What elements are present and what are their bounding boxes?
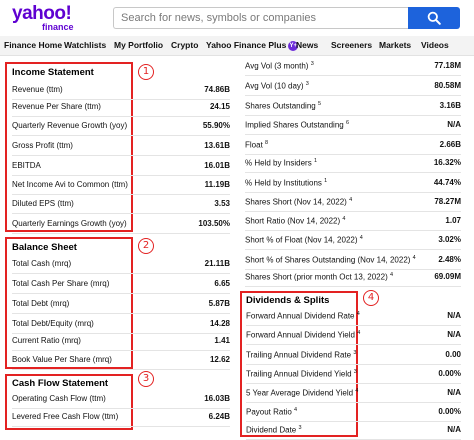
nav-news[interactable]: News	[296, 40, 318, 50]
table-row: Shares Outstanding 5 3.16B	[245, 95, 461, 116]
table-row: Avg Vol (10 day) 3 80.58M	[245, 75, 461, 96]
table-row: Total Debt (mrq) 5.87B	[12, 293, 230, 314]
table-row: Total Cash (mrq) 21.11B	[12, 253, 230, 274]
table-row: Net Income Avi to Common (ttm) 11.19B	[12, 174, 230, 195]
nav-markets[interactable]: Markets	[379, 40, 411, 50]
table-row: 5 Year Average Dividend Yield 4 N/A	[246, 382, 461, 403]
table-row: Dividend Date 3 N/A	[246, 419, 461, 440]
table-row: Trailing Annual Dividend Rate 3 0.00	[246, 344, 461, 365]
table-row: Revenue Per Share (ttm) 24.15	[12, 96, 230, 117]
search-icon	[427, 11, 441, 25]
table-row: Avg Vol (3 month) 3 77.18M	[245, 55, 461, 76]
table-row: Shares Short (Nov 14, 2022) 4 78.27M	[245, 191, 461, 212]
table-row: Forward Annual Dividend Rate 4 N/A	[246, 305, 461, 326]
search-box[interactable]	[113, 7, 408, 29]
table-row: Book Value Per Share (mrq) 12.62	[12, 349, 230, 370]
nav-screeners[interactable]: Screeners	[331, 40, 372, 50]
nav-crypto[interactable]: Crypto	[171, 40, 198, 50]
table-row: Trailing Annual Dividend Yield 3 0.00%	[246, 363, 461, 384]
table-row: Shares Short (prior month Oct 13, 2022) …	[245, 266, 461, 287]
table-row: Implied Shares Outstanding 6 N/A	[245, 114, 461, 135]
table-row: % Held by Institutions 1 44.74%	[245, 172, 461, 193]
table-row: Short % of Float (Nov 14, 2022) 4 3.02%	[245, 229, 461, 250]
main-nav: Finance Home Watchlists My Portfolio Cry…	[0, 36, 474, 56]
table-row: Current Ratio (mrq) 1.41	[12, 330, 230, 351]
nav-videos[interactable]: Videos	[421, 40, 449, 50]
table-row: Gross Profit (ttm) 13.61B	[12, 135, 230, 156]
table-row: Forward Annual Dividend Yield 4 N/A	[246, 324, 461, 345]
search-input[interactable]	[114, 8, 408, 28]
yahoo-finance-logo[interactable]: yahoo! finance	[12, 4, 92, 34]
logo-yahoo-text: yahoo!	[12, 3, 72, 24]
balance-sheet-title: Balance Sheet	[12, 242, 77, 253]
table-row: Quarterly Revenue Growth (yoy) 55.90%	[12, 115, 230, 136]
nav-my-portfolio[interactable]: My Portfolio	[114, 40, 163, 50]
table-row: Levered Free Cash Flow (ttm) 6.24B	[12, 406, 230, 427]
nav-finance-home[interactable]: Finance Home	[4, 40, 62, 50]
table-row: Diluted EPS (ttm) 3.53	[12, 193, 230, 214]
nav-yahoo-finance-plus[interactable]: Yahoo Finance Plus Y+	[206, 40, 299, 51]
table-row: Quarterly Earnings Growth (yoy) 103.50%	[12, 213, 230, 234]
table-row: Short Ratio (Nov 14, 2022) 4 1.07	[245, 210, 461, 231]
nav-watchlists[interactable]: Watchlists	[64, 40, 106, 50]
dividends-badge: 4	[363, 290, 379, 306]
table-row: EBITDA 16.01B	[12, 155, 230, 176]
table-row: Total Cash Per Share (mrq) 6.65	[12, 273, 230, 294]
balance-badge: 2	[138, 238, 154, 254]
logo-finance-text: finance	[42, 22, 74, 32]
search-button[interactable]	[408, 7, 460, 29]
top-bar: yahoo! finance	[0, 0, 474, 36]
income-statement-title: Income Statement	[12, 67, 94, 78]
table-row: % Held by Insiders 1 16.32%	[245, 152, 461, 173]
income-badge: 1	[138, 64, 154, 80]
nav-yahoo-finance-plus-label: Yahoo Finance Plus	[206, 40, 287, 50]
cashflow-badge: 3	[138, 371, 154, 387]
